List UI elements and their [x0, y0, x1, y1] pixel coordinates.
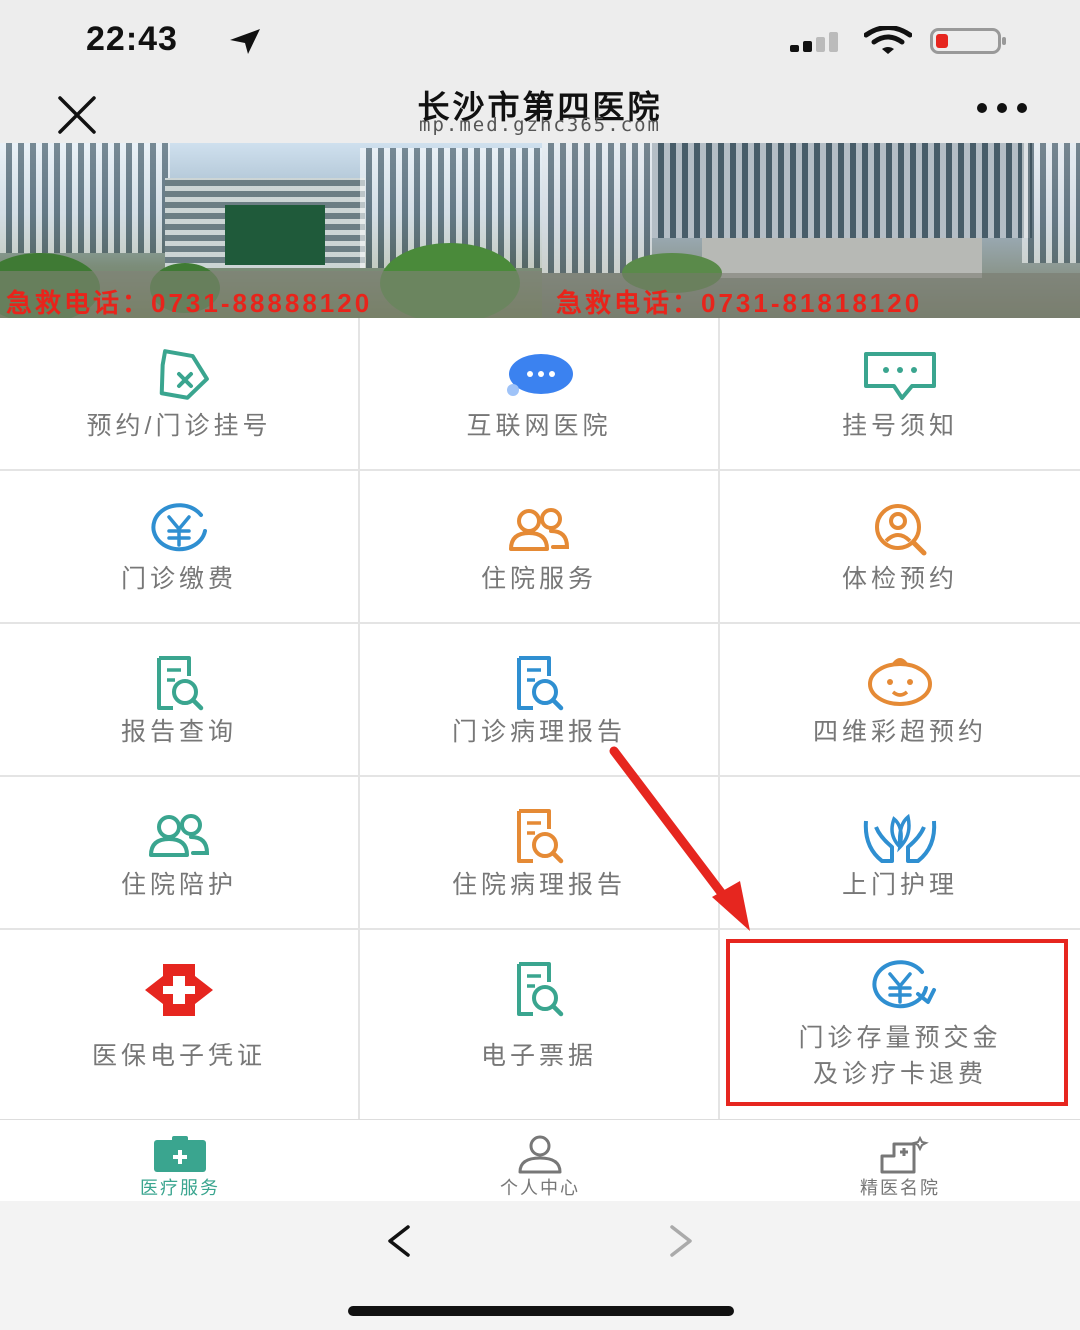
status-bar: 22:43	[0, 0, 1080, 80]
service-label: 门诊缴费	[120, 565, 237, 593]
service-label: 住院服务	[480, 565, 597, 593]
status-time: 22:43	[86, 20, 178, 58]
banner-photo-right: 急救电话：0731-81818120	[542, 143, 1080, 318]
service-label: 住院陪护	[120, 871, 237, 899]
service-label: 预约/门诊挂号	[86, 412, 272, 440]
service-label: 医保电子凭证	[91, 1042, 266, 1070]
tab-label: 医疗服务	[140, 1178, 220, 1198]
more-icon[interactable]	[972, 98, 1032, 118]
service-outpatient-pathology[interactable]: 门诊病理报告	[360, 624, 718, 775]
service-checkup-booking[interactable]: 体检预约	[720, 471, 1080, 622]
people-icon	[149, 814, 210, 857]
banner-photo-left: 急救电话：0731-88888120	[0, 143, 542, 318]
service-grid: 预约/门诊挂号 互联网医院 挂号须知 门诊缴费 住院服务 体检预约 报告查询 门…	[0, 318, 1080, 1119]
service-label: 体检预约	[841, 565, 958, 593]
person-search-icon	[875, 504, 927, 556]
report-search-icon	[517, 962, 564, 1017]
service-label: 报告查询	[120, 718, 237, 746]
home-indicator[interactable]	[348, 1306, 734, 1316]
service-inpatient-pathology[interactable]: 住院病理报告	[360, 777, 718, 928]
forward-arrow-icon[interactable]	[660, 1221, 700, 1261]
page-url: mp.med.gzhc365.com	[419, 114, 661, 136]
emergency-phone-left: 急救电话：0731-88888120	[6, 288, 373, 318]
chat-bubble-icon	[507, 354, 573, 396]
hospital-icon	[880, 1135, 929, 1174]
nav-header: 长沙市第四医院 mp.med.gzhc365.com	[0, 80, 1080, 143]
service-label: 门诊病理报告	[451, 718, 626, 746]
tab-label: 个人中心	[500, 1178, 580, 1198]
service-inpatient[interactable]: 住院服务	[360, 471, 718, 622]
service-label: 上门护理	[841, 871, 958, 899]
service-deposit-refund[interactable]: 门诊存量预交金 及诊疗卡退费	[720, 930, 1080, 1119]
yuan-refund-icon	[872, 960, 936, 1009]
service-internet-hospital[interactable]: 互联网医院	[360, 318, 718, 469]
wifi-icon	[864, 26, 912, 54]
tab-famous-hospital[interactable]: 精医名院	[720, 1120, 1080, 1202]
medical-kit-icon	[154, 1136, 206, 1172]
service-label: 四维彩超预约	[812, 718, 987, 746]
report-search-icon	[517, 809, 564, 864]
service-label: 住院病理报告	[451, 871, 626, 899]
browser-toolbar	[0, 1201, 1080, 1330]
service-appointment[interactable]: 预约/门诊挂号	[0, 318, 358, 469]
ticket-icon	[159, 349, 209, 400]
service-label-line2: 及诊疗卡退费	[812, 1060, 987, 1088]
bottom-tab-bar: 医疗服务 个人中心 精医名院	[0, 1119, 1080, 1201]
service-label: 电子票据	[480, 1042, 597, 1070]
care-hands-icon	[863, 813, 937, 863]
tab-personal-center[interactable]: 个人中心	[360, 1120, 720, 1202]
service-registration-notice[interactable]: 挂号须知	[720, 318, 1080, 469]
service-label: 门诊存量预交金	[798, 1024, 1002, 1052]
service-e-receipt[interactable]: 电子票据	[360, 930, 718, 1119]
back-arrow-icon[interactable]	[380, 1221, 420, 1261]
battery-icon	[930, 28, 1006, 54]
tab-label: 精医名院	[860, 1178, 940, 1198]
service-report-query[interactable]: 报告查询	[0, 624, 358, 775]
service-label: 互联网医院	[466, 412, 612, 440]
service-medical-insurance-voucher[interactable]: 医保电子凭证	[0, 930, 358, 1119]
medical-cross-icon	[145, 964, 213, 1016]
location-arrow-icon	[230, 29, 260, 54]
yuan-coin-icon	[151, 503, 207, 552]
people-icon	[509, 508, 570, 551]
service-outpatient-payment[interactable]: 门诊缴费	[0, 471, 358, 622]
message-icon	[864, 352, 936, 400]
emergency-phone-right: 急救电话：0731-81818120	[556, 288, 923, 318]
service-inpatient-escort[interactable]: 住院陪护	[0, 777, 358, 928]
report-search-icon	[157, 656, 204, 711]
user-icon	[518, 1135, 562, 1174]
baby-face-icon	[868, 658, 932, 706]
report-search-icon	[517, 656, 564, 711]
service-label: 挂号须知	[841, 412, 958, 440]
cellular-signal-icon	[790, 32, 838, 52]
tab-medical-service[interactable]: 医疗服务	[0, 1120, 360, 1202]
service-home-nursing[interactable]: 上门护理	[720, 777, 1080, 928]
service-4d-ultrasound[interactable]: 四维彩超预约	[720, 624, 1080, 775]
hospital-banner[interactable]: 急救电话：0731-88888120 急救电话：0731-81818120	[0, 143, 1080, 318]
